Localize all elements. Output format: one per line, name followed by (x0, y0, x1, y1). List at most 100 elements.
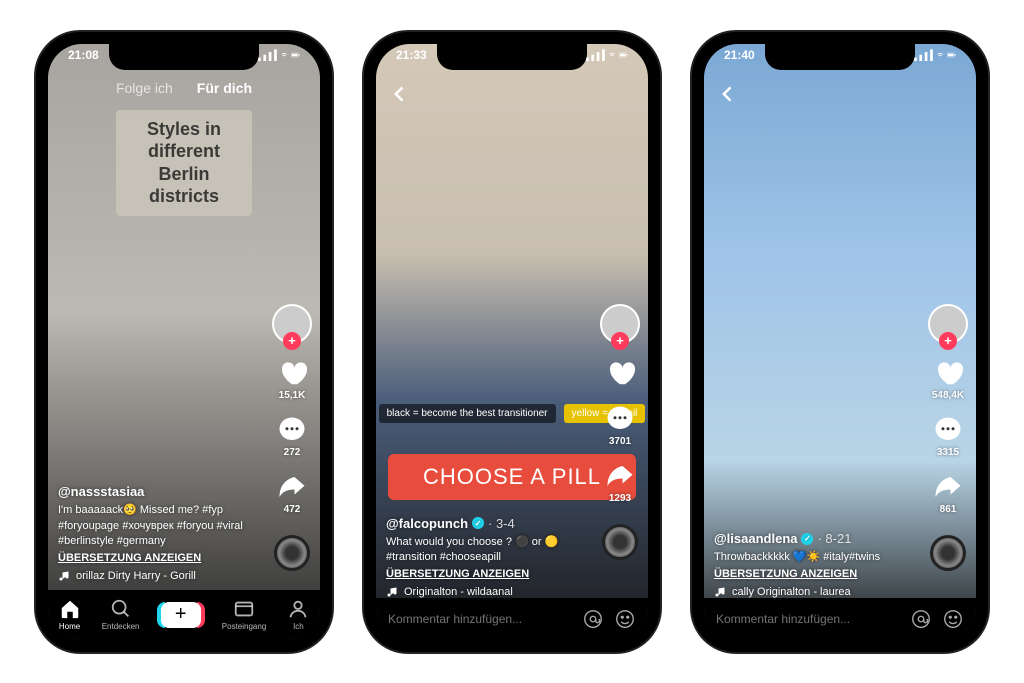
comment-icon (277, 415, 307, 445)
screen: 21:08 Folge ich Für dich Styles in diffe… (48, 44, 320, 640)
share-icon (277, 472, 307, 502)
share-count: 472 (284, 504, 301, 515)
caption: What would you choose ? ⚫ or 🟡 #transiti… (386, 535, 588, 566)
sound-row[interactable]: orillaz Dirty Harry - Gorill (58, 570, 260, 582)
translate-link[interactable]: ÜBERSETZUNG ANZEIGEN (714, 568, 916, 580)
share-count: 1293 (609, 493, 631, 504)
signal-icon (586, 48, 605, 61)
wifi-icon (609, 50, 615, 60)
video-overlay-title: Styles in different Berlin districts (116, 110, 252, 216)
like-count: 15,1K (279, 390, 306, 401)
sound-disc[interactable] (602, 524, 638, 560)
music-note-icon (714, 586, 726, 598)
back-button[interactable] (390, 84, 410, 109)
heart-icon (933, 358, 963, 388)
battery-icon (291, 50, 300, 60)
sound-row[interactable]: cally Originalton - laurea (714, 586, 916, 598)
comment-icon (605, 404, 635, 434)
emoji-icon[interactable] (942, 608, 964, 630)
share-button[interactable]: 861 (933, 472, 963, 515)
phone-mockup-2: 21:33 black = become the best transition… (364, 32, 660, 652)
sound-row[interactable]: Originalton - wildaanal (386, 586, 588, 598)
comment-count: 272 (284, 447, 301, 458)
comment-button[interactable]: 3315 (933, 415, 963, 458)
phone-mockup-3: 21:40 548,4K 3315 861 (692, 32, 988, 652)
heart-icon (277, 358, 307, 388)
battery-icon (619, 50, 628, 60)
video-meta: @lisaandlena ✓ · 8-21 Throwbackkkkk 💙☀️ … (714, 531, 916, 597)
inbox-icon (233, 598, 255, 620)
share-icon (933, 472, 963, 502)
like-button[interactable]: 15,1K (277, 358, 307, 401)
comment-input[interactable] (388, 612, 572, 626)
username[interactable]: @lisaandlena ✓ · 8-21 (714, 531, 916, 546)
creator-avatar[interactable] (272, 304, 312, 344)
battery-icon (947, 50, 956, 60)
sound-disc[interactable] (274, 535, 310, 571)
translate-link[interactable]: ÜBERSETZUNG ANZEIGEN (58, 552, 260, 564)
emoji-icon[interactable] (614, 608, 636, 630)
music-note-icon (386, 586, 398, 598)
notch (437, 44, 587, 70)
caption: I'm baaaaack🥺 Missed me? #fyp #foryoupag… (58, 503, 260, 549)
engagement-rail: 3701 1293 (600, 304, 640, 560)
mention-icon[interactable] (582, 608, 604, 630)
sound-label: Originalton - wildaanal (404, 586, 513, 598)
username[interactable]: @falcopunch ✓ · 3-4 (386, 516, 588, 531)
signal-icon (914, 48, 933, 61)
music-note-icon (58, 570, 70, 582)
status-icons (258, 48, 300, 62)
screen: 21:33 black = become the best transition… (376, 44, 648, 640)
notch (109, 44, 259, 70)
pill-label-black: black = become the best transitioner (379, 404, 556, 423)
screen: 21:40 548,4K 3315 861 (704, 44, 976, 640)
verified-badge-icon: ✓ (472, 517, 484, 529)
feed-tabs: Folge ich Für dich (48, 80, 320, 96)
status-time: 21:40 (724, 48, 755, 62)
nav-discover[interactable]: Entdecken (102, 598, 140, 631)
sound-disc[interactable] (930, 535, 966, 571)
create-button[interactable]: + (161, 602, 201, 628)
creator-avatar[interactable] (600, 304, 640, 344)
home-icon (59, 598, 81, 620)
like-button[interactable]: 548,4K (932, 358, 964, 401)
share-count: 861 (940, 504, 957, 515)
signal-icon (258, 48, 277, 61)
chevron-left-icon (390, 84, 410, 104)
comment-bar (376, 598, 648, 640)
share-button[interactable]: 472 (277, 472, 307, 515)
sound-label: cally Originalton - laurea (732, 586, 851, 598)
like-button[interactable] (605, 358, 635, 390)
caption: Throwbackkkkk 💙☀️ #italy#twins (714, 550, 916, 565)
profile-icon (287, 598, 309, 620)
comment-button[interactable]: 3701 (605, 404, 635, 447)
bottom-nav: Home Entdecken + Posteingang Ich (48, 590, 320, 640)
nav-profile[interactable]: Ich (287, 598, 309, 631)
username[interactable]: @nassstasiaa (58, 484, 260, 499)
mention-icon[interactable] (910, 608, 932, 630)
back-button[interactable] (718, 84, 738, 109)
video-meta: @falcopunch ✓ · 3-4 What would you choos… (386, 516, 588, 598)
translate-link[interactable]: ÜBERSETZUNG ANZEIGEN (386, 568, 588, 580)
tab-following[interactable]: Folge ich (116, 80, 173, 96)
post-date: · 3-4 (488, 516, 515, 531)
comment-count: 3315 (937, 447, 959, 458)
status-time: 21:08 (68, 48, 99, 62)
comment-bar (704, 598, 976, 640)
nav-home[interactable]: Home (59, 598, 81, 631)
share-button[interactable]: 1293 (605, 461, 635, 504)
status-icons (914, 48, 956, 62)
comment-count: 3701 (609, 436, 631, 447)
verified-badge-icon: ✓ (801, 533, 813, 545)
status-icons (586, 48, 628, 62)
comment-icon (933, 415, 963, 445)
like-count: 548,4K (932, 390, 964, 401)
comment-button[interactable]: 272 (277, 415, 307, 458)
creator-avatar[interactable] (928, 304, 968, 344)
comment-input[interactable] (716, 612, 900, 626)
nav-inbox[interactable]: Posteingang (222, 598, 266, 631)
notch (765, 44, 915, 70)
sound-label: orillaz Dirty Harry - Gorill (76, 570, 196, 582)
post-date: · 8-21 (817, 531, 851, 546)
tab-foryou[interactable]: Für dich (197, 80, 252, 96)
